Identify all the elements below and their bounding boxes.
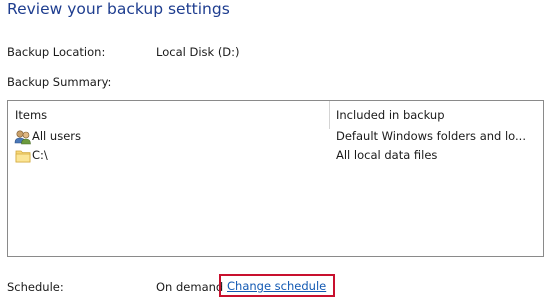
backup-location-label: Backup Location: [7, 45, 106, 59]
change-schedule-highlight: Change schedule [219, 274, 335, 297]
row-name: All users [32, 129, 81, 143]
backup-summary-label: Backup Summary: [7, 75, 112, 89]
row-included: All local data files [336, 148, 438, 162]
folder-icon [14, 148, 32, 164]
users-icon [14, 129, 32, 145]
table-row[interactable]: All users Default Windows folders and lo… [8, 128, 543, 147]
column-divider[interactable] [329, 101, 330, 129]
change-schedule-link[interactable]: Change schedule [227, 279, 326, 293]
row-name: C:\ [32, 148, 48, 162]
page-title: Review your backup settings [7, 0, 230, 18]
row-included: Default Windows folders and lo... [336, 129, 526, 143]
table-row[interactable]: C:\ All local data files [8, 147, 543, 166]
column-header-included[interactable]: Included in backup [336, 101, 445, 129]
column-header-items[interactable]: Items [15, 101, 47, 129]
backup-summary-list[interactable]: Items Included in backup All users Defau… [7, 100, 544, 257]
backup-location-value: Local Disk (D:) [156, 45, 240, 59]
schedule-value: On demand [156, 280, 224, 294]
schedule-label: Schedule: [7, 280, 64, 294]
